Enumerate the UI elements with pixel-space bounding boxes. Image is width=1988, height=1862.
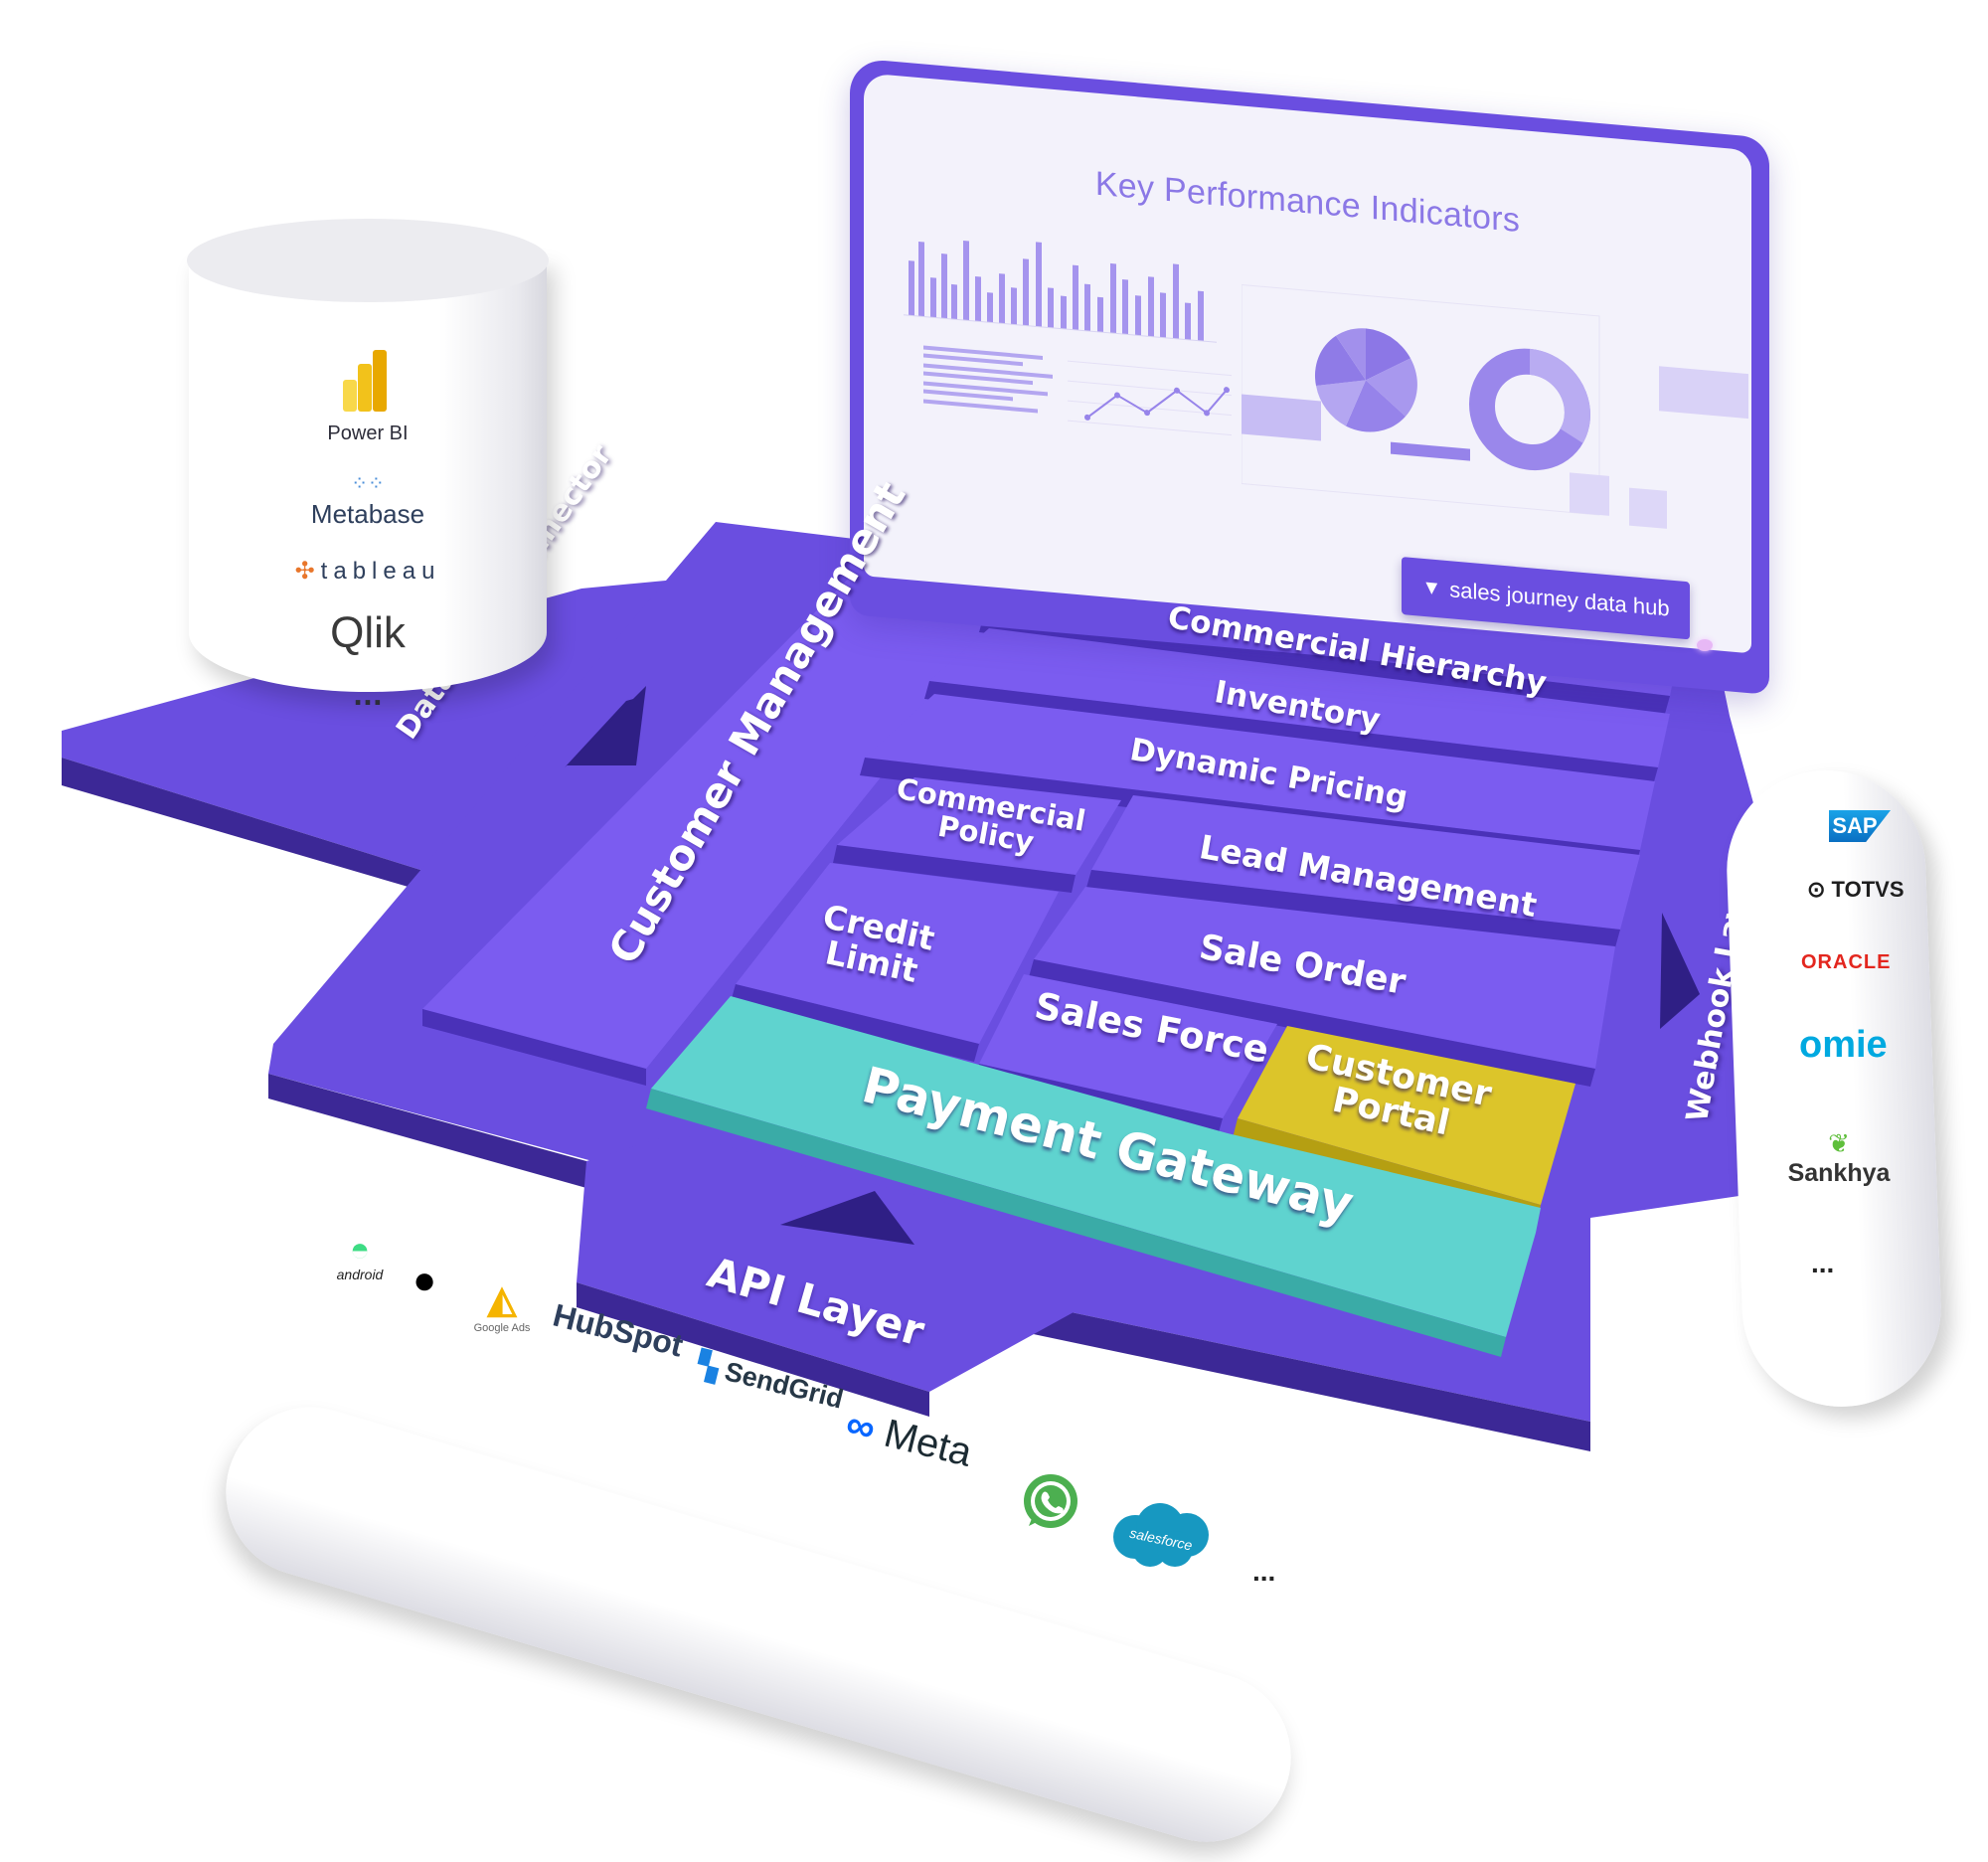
- android-icon: ◓: [349, 1231, 371, 1269]
- kpi-bar: [987, 292, 993, 323]
- kpi-bar: [1097, 296, 1103, 333]
- power-bi-label: Power BI: [327, 423, 409, 444]
- tableau-logo: ✣ tableau: [189, 557, 547, 586]
- qlik-label: Qlik: [330, 608, 406, 657]
- android-label: android: [336, 1267, 384, 1282]
- kpi-bar: [930, 277, 936, 318]
- sankhya-label: Sankhya: [1787, 1159, 1891, 1187]
- totvs-icon: ⊙: [1807, 877, 1832, 902]
- kpi-pie-charts: [1242, 269, 1748, 543]
- kpi-bar: [1084, 283, 1090, 332]
- cylinder-top: [187, 219, 549, 302]
- totvs-logo: ⊙ TOTVS: [1807, 877, 1905, 903]
- kpi-donut: [1469, 348, 1590, 471]
- google-ads-logo: ◭ Google Ads: [467, 1277, 537, 1334]
- kpi-line: [1086, 389, 1228, 419]
- api-integrations-more: ...: [1252, 1556, 1276, 1587]
- tableau-label: tableau: [320, 558, 441, 585]
- oracle-label: ORACLE: [1801, 951, 1892, 973]
- kpi-bar: [1160, 292, 1166, 338]
- kpi-bar: [1061, 295, 1067, 330]
- kpi-bar: [1023, 258, 1029, 326]
- kpi-bar: [1122, 278, 1128, 335]
- kpi-bar: [941, 254, 947, 319]
- kpi-bar: [951, 283, 957, 320]
- bi-tools-more: ...: [353, 682, 383, 712]
- kpi-bar: [963, 240, 969, 321]
- tableau-icon: ✣: [294, 558, 315, 585]
- screen-content: Key Performance Indicators: [864, 73, 1751, 654]
- kpi-bar: [1148, 276, 1154, 337]
- metabase-label: Metabase: [310, 499, 425, 529]
- kpi-bar-chart: [894, 220, 1222, 348]
- kpi-line-chart: [1068, 351, 1232, 444]
- omie-label: omie: [1799, 1024, 1888, 1066]
- webhook-integrations-more: ...: [1811, 1248, 1835, 1278]
- apple-icon: ●: [413, 1259, 437, 1302]
- sankhya-icon: ❦: [1828, 1128, 1850, 1158]
- kpi-hbar: [923, 399, 1038, 414]
- brand-text: sales journey data hub: [1449, 577, 1670, 621]
- metabase-icon: ⁘⁘: [351, 471, 385, 495]
- kpi-bar: [1036, 242, 1042, 327]
- kpi-bar: [1073, 264, 1078, 331]
- power-led-icon: [1697, 639, 1713, 651]
- kpi-bar: [918, 242, 924, 317]
- google-ads-label: Google Ads: [473, 1322, 531, 1334]
- kpi-bar: [909, 260, 914, 316]
- kpi-pie: [1315, 328, 1417, 432]
- sankhya-logo: ❦ Sankhya: [1784, 1128, 1894, 1188]
- kpi-year-bars: [894, 339, 1063, 423]
- architecture-diagram: Key Performance Indicators ▼ sales journ…: [0, 0, 1988, 1862]
- kpi-bar: [1198, 290, 1204, 342]
- webhook-integrations-pill: [1723, 766, 1945, 1411]
- kpi-bar: [1185, 302, 1191, 341]
- salesforce-logo: salesforce: [1113, 1503, 1209, 1567]
- android-logo: ◓ android: [330, 1233, 390, 1284]
- power-bi-icon: [343, 350, 387, 412]
- brand-logo-icon: ▼: [1421, 576, 1442, 600]
- kpi-bar: [1173, 263, 1179, 339]
- whatsapp-icon: [1024, 1474, 1077, 1528]
- kpi-bar: [1011, 287, 1017, 325]
- kpi-bar: [999, 273, 1005, 324]
- google-ads-icon: ◭: [487, 1279, 517, 1321]
- kpi-bar: [1048, 287, 1054, 328]
- totvs-label: TOTVS: [1831, 877, 1905, 902]
- kpi-bar: [975, 276, 981, 322]
- kpi-bar: [1110, 262, 1116, 334]
- kpi-bar: [1135, 295, 1141, 336]
